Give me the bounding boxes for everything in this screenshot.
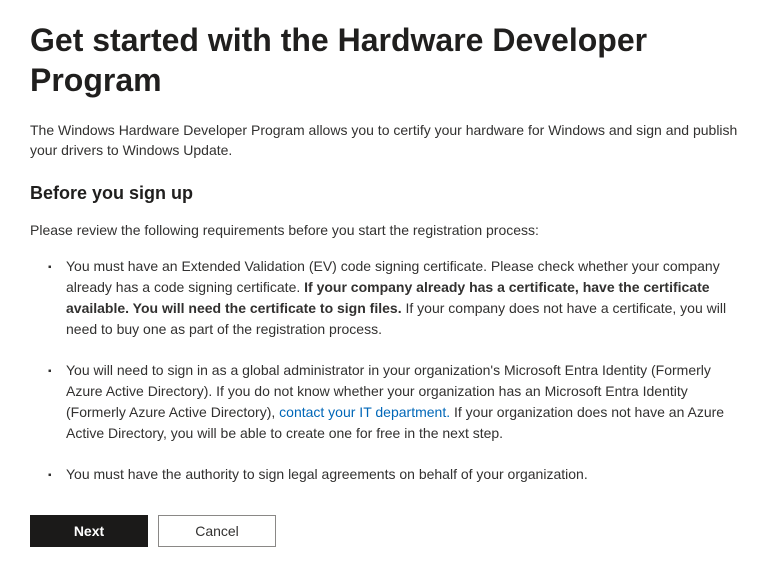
requirement-ev-certificate: You must have an Extended Validation (EV… [66, 256, 743, 340]
button-row: Next Cancel [30, 515, 743, 547]
review-instructions: Please review the following requirements… [30, 220, 743, 240]
requirement-legal-authority: You must have the authority to sign lega… [66, 464, 743, 485]
contact-it-link[interactable]: contact your IT department. [279, 404, 450, 420]
before-signup-heading: Before you sign up [30, 183, 743, 204]
page-title: Get started with the Hardware Developer … [30, 20, 743, 100]
requirement-global-admin: You will need to sign in as a global adm… [66, 360, 743, 444]
cancel-button[interactable]: Cancel [158, 515, 276, 547]
requirements-list: You must have an Extended Validation (EV… [30, 256, 743, 485]
next-button[interactable]: Next [30, 515, 148, 547]
intro-paragraph: The Windows Hardware Developer Program a… [30, 120, 743, 161]
